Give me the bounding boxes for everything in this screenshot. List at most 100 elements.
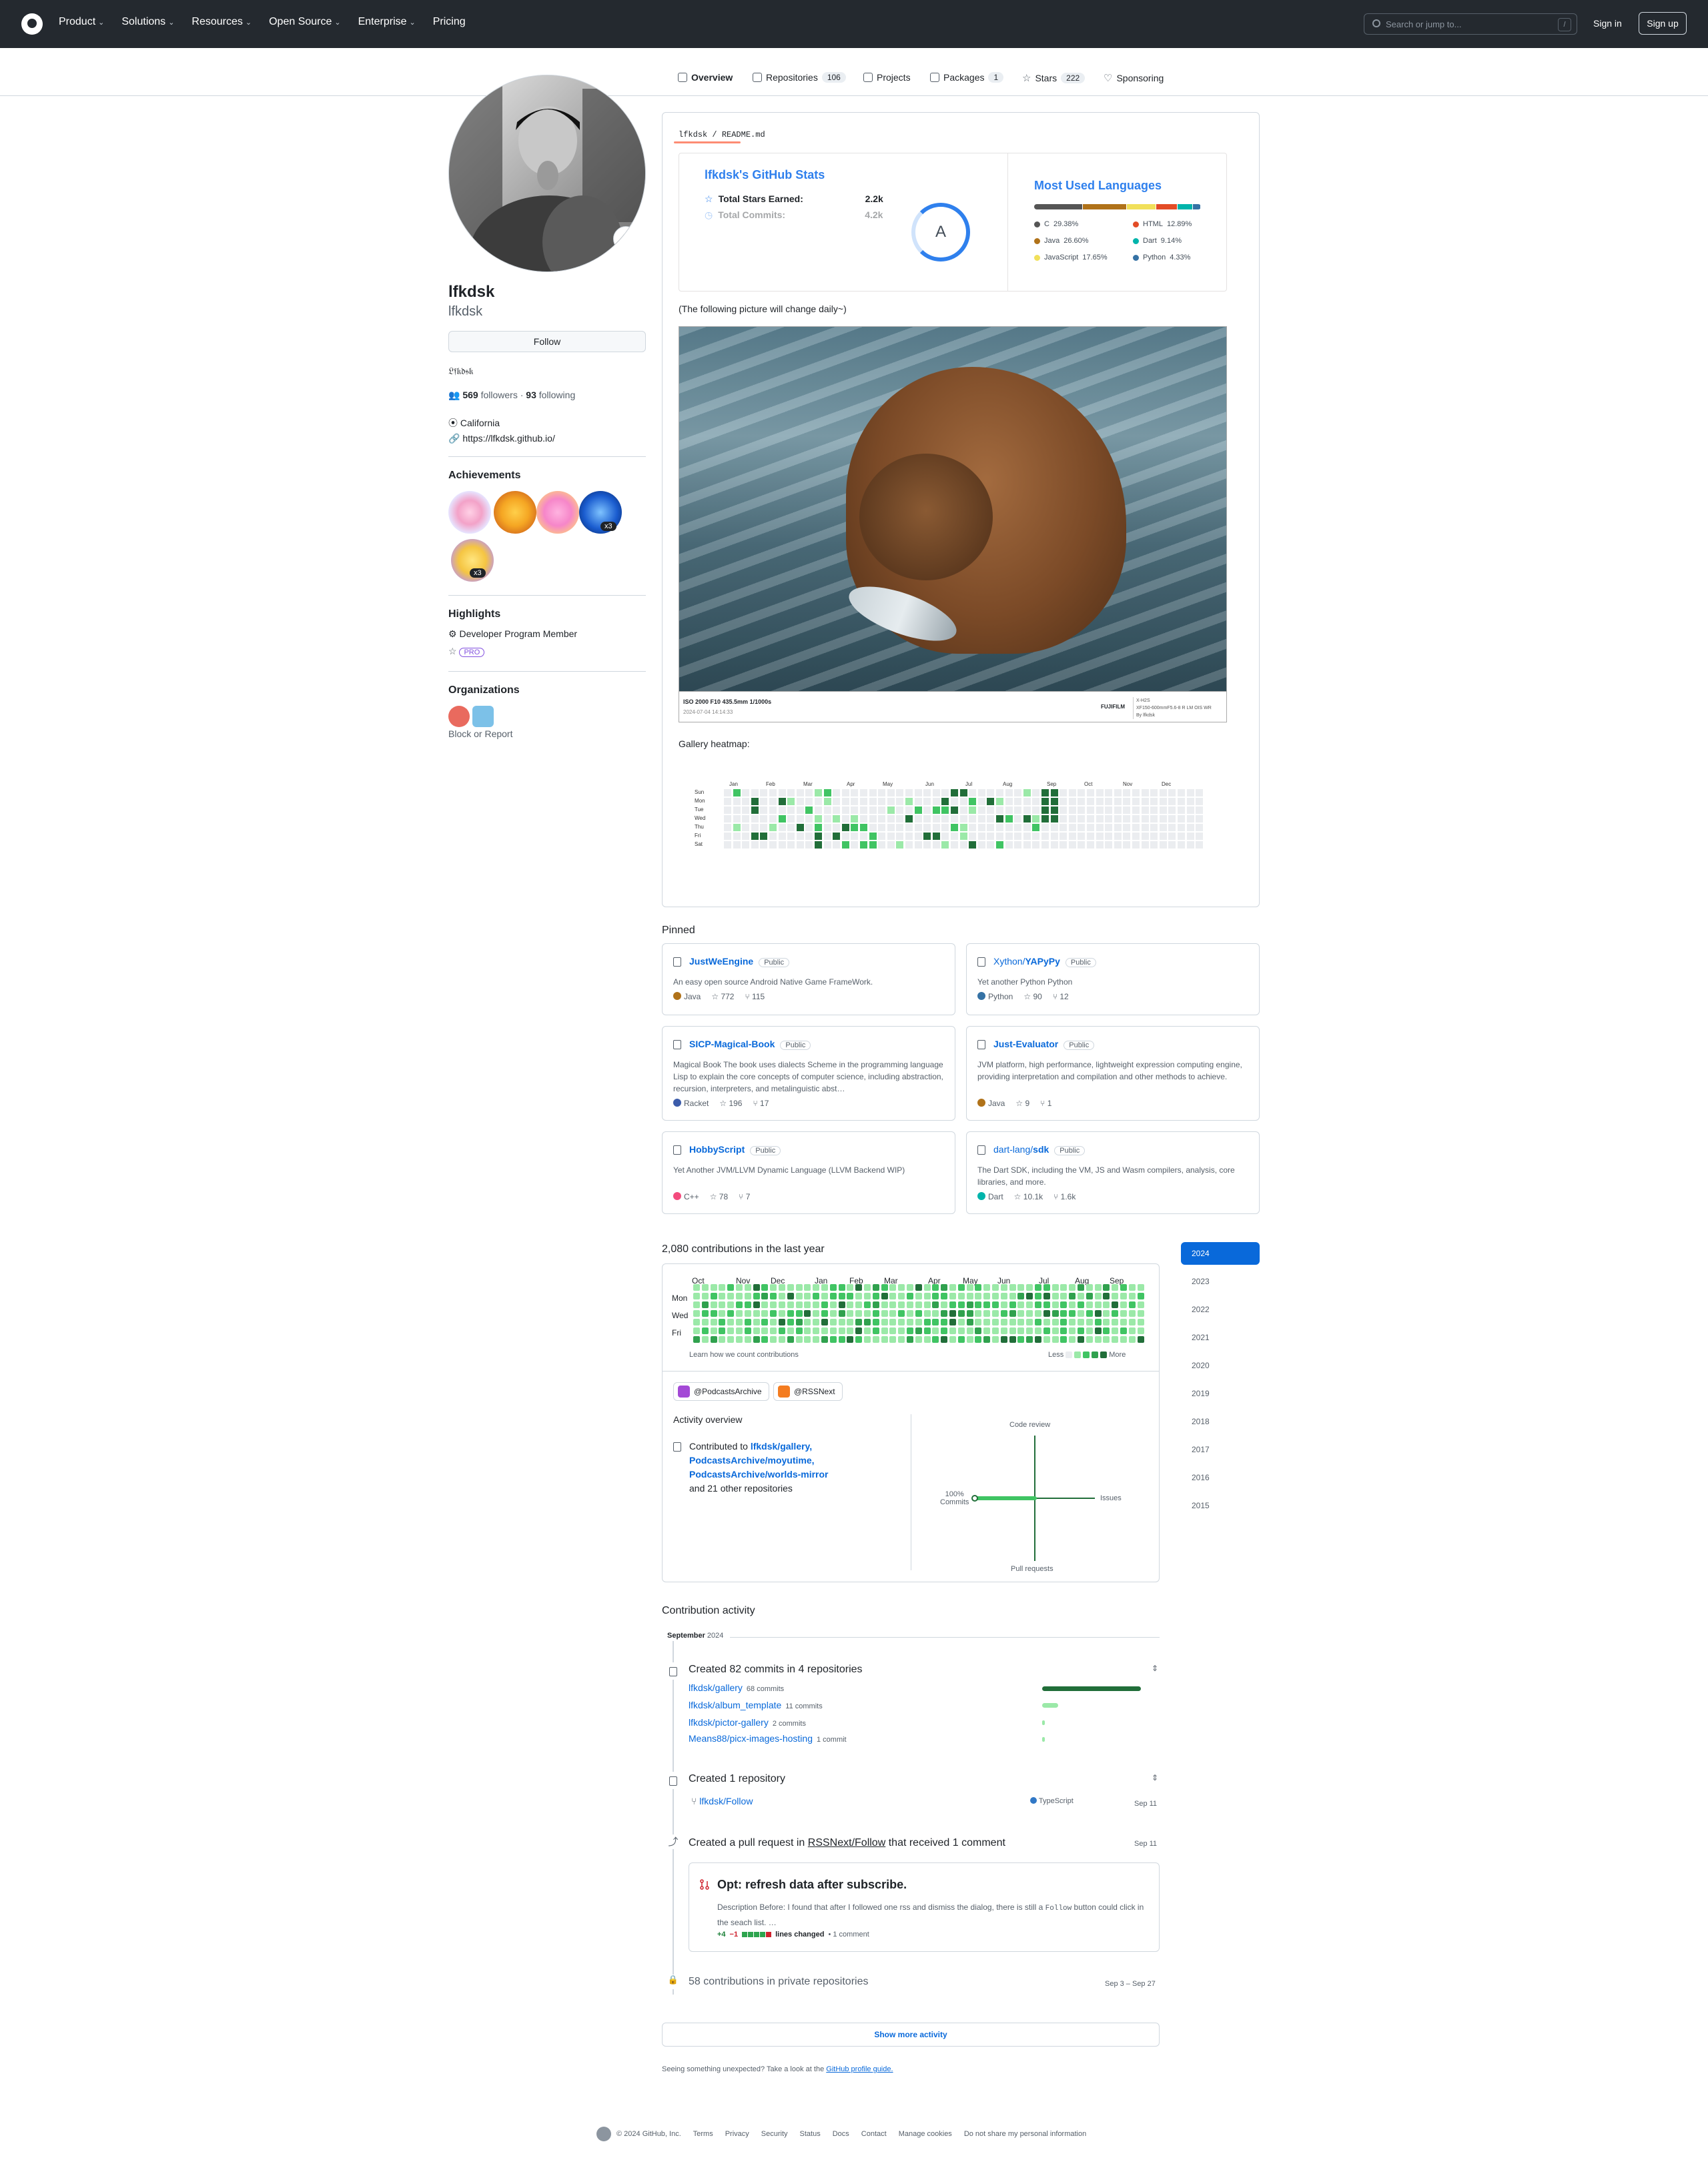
- heatmap-cell[interactable]: [778, 806, 786, 814]
- heatmap-cell[interactable]: [1105, 815, 1113, 823]
- contribution-day[interactable]: [813, 1293, 820, 1299]
- contribution-day[interactable]: [872, 1284, 879, 1291]
- heatmap-cell[interactable]: [905, 841, 913, 849]
- follow-button[interactable]: Follow: [448, 331, 646, 352]
- heatmap-cell[interactable]: [796, 789, 804, 796]
- contribution-day[interactable]: [1086, 1310, 1093, 1317]
- contribution-day[interactable]: [1078, 1310, 1084, 1317]
- heatmap-cell[interactable]: [841, 824, 849, 831]
- contribution-day[interactable]: [1009, 1293, 1016, 1299]
- contribution-day[interactable]: [1060, 1293, 1068, 1299]
- heatmap-cell[interactable]: [823, 841, 831, 849]
- contribution-day[interactable]: [983, 1319, 991, 1325]
- heatmap-cell[interactable]: [996, 815, 1003, 823]
- tab-sponsoring[interactable]: ♡ Sponsoring: [1104, 72, 1164, 84]
- heatmap-cell[interactable]: [878, 806, 886, 814]
- heatmap-cell[interactable]: [951, 815, 958, 823]
- heatmap-cell[interactable]: [760, 815, 768, 823]
- contribution-day[interactable]: [1137, 1293, 1144, 1299]
- footer-link[interactable]: Contact: [861, 2130, 887, 2138]
- contribution-day[interactable]: [727, 1284, 735, 1291]
- heatmap-cell[interactable]: [1068, 798, 1076, 805]
- contribution-day[interactable]: [872, 1293, 879, 1299]
- contribution-day[interactable]: [1026, 1310, 1033, 1317]
- contribution-day[interactable]: [992, 1301, 999, 1308]
- contribution-day[interactable]: [795, 1336, 803, 1343]
- heatmap-cell[interactable]: [769, 824, 777, 831]
- contribution-day[interactable]: [1043, 1319, 1050, 1325]
- heatmap-cell[interactable]: [787, 815, 795, 823]
- contribution-day[interactable]: [829, 1310, 837, 1317]
- heatmap-cell[interactable]: [896, 806, 904, 814]
- heatmap-cell[interactable]: [977, 789, 985, 796]
- repo-forks[interactable]: ⑂ 17: [753, 1099, 769, 1108]
- heatmap-cell[interactable]: [1096, 833, 1104, 840]
- heatmap-cell[interactable]: [1168, 798, 1176, 805]
- heatmap-cell[interactable]: [878, 789, 886, 796]
- heatmap-cell[interactable]: [959, 824, 967, 831]
- contribution-day[interactable]: [795, 1284, 803, 1291]
- heatmap-cell[interactable]: [959, 841, 967, 849]
- contribution-day[interactable]: [804, 1319, 811, 1325]
- repo-link[interactable]: PodcastsArchive/worlds-mirror: [689, 1469, 829, 1480]
- year-link[interactable]: 2022: [1181, 1298, 1260, 1321]
- heatmap-cell[interactable]: [951, 806, 958, 814]
- contribution-day[interactable]: [1026, 1336, 1033, 1343]
- contribution-day[interactable]: [923, 1336, 931, 1343]
- heatmap-cell[interactable]: [887, 789, 895, 796]
- heatmap-cell[interactable]: [1150, 841, 1158, 849]
- heatmap-cell[interactable]: [760, 841, 768, 849]
- heatmap-cell[interactable]: [1196, 789, 1204, 796]
- heatmap-cell[interactable]: [987, 798, 995, 805]
- contribution-day[interactable]: [1000, 1327, 1007, 1334]
- contribution-day[interactable]: [864, 1336, 871, 1343]
- heatmap-cell[interactable]: [1032, 824, 1040, 831]
- heatmap-cell[interactable]: [969, 833, 977, 840]
- tab-packages[interactable]: Packages 1: [930, 72, 1004, 83]
- nav-pricing[interactable]: Pricing: [433, 16, 466, 28]
- contribution-day[interactable]: [1060, 1310, 1068, 1317]
- contribution-day[interactable]: [701, 1310, 709, 1317]
- heatmap-cell[interactable]: [941, 824, 949, 831]
- contribution-day[interactable]: [813, 1327, 820, 1334]
- contribution-day[interactable]: [983, 1336, 991, 1343]
- heatmap-cell[interactable]: [1050, 806, 1058, 814]
- heatmap-cell[interactable]: [896, 824, 904, 831]
- contribution-day[interactable]: [1128, 1293, 1136, 1299]
- heatmap-cell[interactable]: [769, 833, 777, 840]
- heatmap-cell[interactable]: [1132, 824, 1140, 831]
- heatmap-cell[interactable]: [805, 815, 813, 823]
- heatmap-cell[interactable]: [805, 789, 813, 796]
- heatmap-cell[interactable]: [1123, 789, 1131, 796]
- year-link[interactable]: 2024: [1181, 1242, 1260, 1265]
- contribution-day[interactable]: [864, 1327, 871, 1334]
- contribution-day[interactable]: [753, 1284, 760, 1291]
- heatmap-cell[interactable]: [1123, 833, 1131, 840]
- contribution-day[interactable]: [915, 1293, 922, 1299]
- heatmap-cell[interactable]: [778, 824, 786, 831]
- contribution-day[interactable]: [693, 1327, 700, 1334]
- heatmap-cell[interactable]: [869, 806, 877, 814]
- contribution-day[interactable]: [787, 1327, 794, 1334]
- heatmap-cell[interactable]: [923, 824, 931, 831]
- contribution-day[interactable]: [881, 1319, 888, 1325]
- contribution-day[interactable]: [1069, 1301, 1076, 1308]
- contribution-day[interactable]: [975, 1310, 982, 1317]
- repo-stars[interactable]: ☆ 196: [719, 1099, 742, 1108]
- heatmap-cell[interactable]: [1123, 798, 1131, 805]
- heatmap-cell[interactable]: [733, 824, 741, 831]
- contribution-day[interactable]: [1051, 1327, 1059, 1334]
- heatmap-cell[interactable]: [869, 833, 877, 840]
- heatmap-cell[interactable]: [787, 841, 795, 849]
- fold-icon[interactable]: ⇕: [1150, 1773, 1160, 1785]
- heatmap-cell[interactable]: [1178, 798, 1185, 805]
- heatmap-cell[interactable]: [869, 798, 877, 805]
- heatmap-cell[interactable]: [951, 841, 958, 849]
- heatmap-cell[interactable]: [1014, 798, 1022, 805]
- contribution-day[interactable]: [941, 1301, 948, 1308]
- contribution-day[interactable]: [881, 1301, 888, 1308]
- search-input[interactable]: Search or jump to... /: [1364, 13, 1577, 35]
- heatmap-cell[interactable]: [1050, 833, 1058, 840]
- heatmap-cell[interactable]: [1159, 824, 1167, 831]
- contribution-day[interactable]: [1103, 1327, 1110, 1334]
